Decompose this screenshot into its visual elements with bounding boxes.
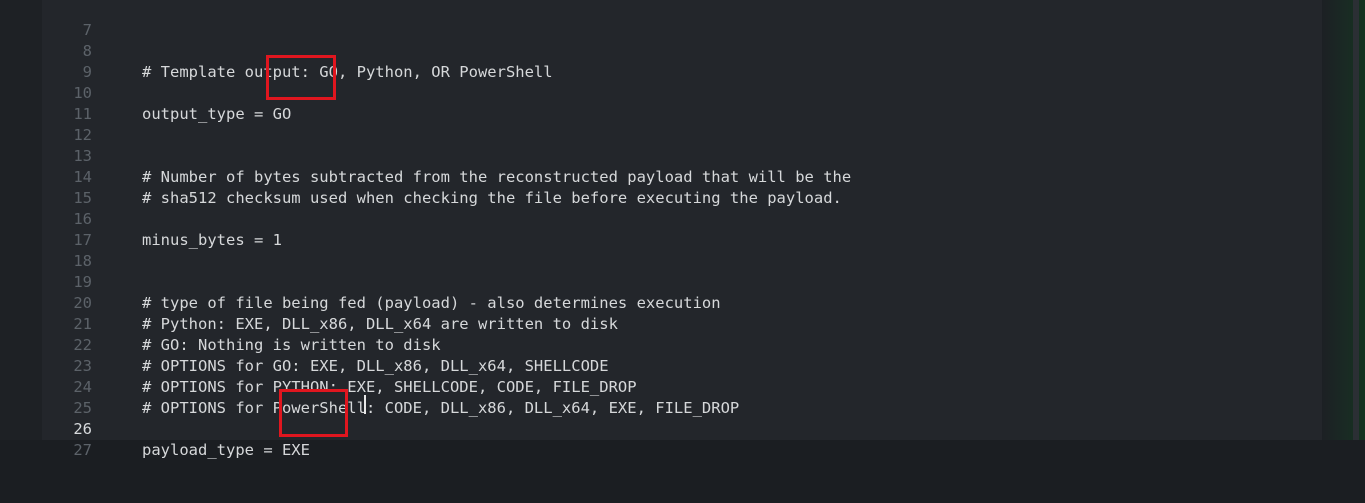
code-line[interactable]: 19 # type of file being fed (payload) - … bbox=[42, 251, 1322, 312]
code-line[interactable]: 27 bbox=[42, 419, 1322, 459]
code-line[interactable]: 17 bbox=[42, 209, 1322, 249]
line-number: 27 bbox=[73, 441, 92, 459]
code-line[interactable]: 10 output_type = GO bbox=[42, 62, 1322, 123]
vertical-scrollbar[interactable] bbox=[1353, 0, 1359, 440]
code-line[interactable]: 12 bbox=[42, 104, 1322, 144]
code-line-current[interactable]: 26 payload_type = EXE bbox=[42, 398, 1322, 459]
text-cursor bbox=[364, 395, 366, 414]
right-panel-edge bbox=[1322, 0, 1365, 440]
code-line[interactable]: 9 bbox=[42, 41, 1322, 81]
code-line[interactable]: 20 # Python: EXE, DLL_x86, DLL_x64 are w… bbox=[42, 272, 1322, 333]
code-line[interactable]: 25 bbox=[42, 377, 1322, 417]
code-line[interactable]: 22 # OPTIONS for GO: EXE, DLL_x86, DLL_x… bbox=[42, 314, 1322, 375]
code-line[interactable]: 23 # OPTIONS for PYTHON: EXE, SHELLCODE,… bbox=[42, 335, 1322, 396]
code-line[interactable]: 21 # GO: Nothing is written to disk bbox=[42, 293, 1322, 354]
code-line[interactable]: 7 bbox=[42, 0, 1322, 39]
line-text[interactable]: payload_type = EXE bbox=[142, 440, 310, 461]
code-line[interactable]: 8 # Template output: GO, Python, OR Powe… bbox=[42, 20, 1322, 81]
output-type-highlight-box bbox=[266, 55, 336, 100]
code-line[interactable]: 24 # OPTIONS for PowerShell: CODE, DLL_x… bbox=[42, 356, 1322, 417]
left-panel-edge bbox=[0, 0, 42, 440]
code-line[interactable]: 14 # sha512 checksum used when checking … bbox=[42, 146, 1322, 207]
code-line[interactable]: 18 bbox=[42, 230, 1322, 270]
code-line[interactable]: 11 bbox=[42, 83, 1322, 123]
code-line[interactable]: 16 minus_bytes = 1 bbox=[42, 188, 1322, 249]
code-line[interactable]: 15 bbox=[42, 167, 1322, 207]
payload-type-highlight-box bbox=[279, 389, 348, 437]
code-editor[interactable]: 7 8 # Template output: GO, Python, OR Po… bbox=[42, 0, 1322, 459]
code-line[interactable]: 13 # Number of bytes subtracted from the… bbox=[42, 125, 1322, 186]
